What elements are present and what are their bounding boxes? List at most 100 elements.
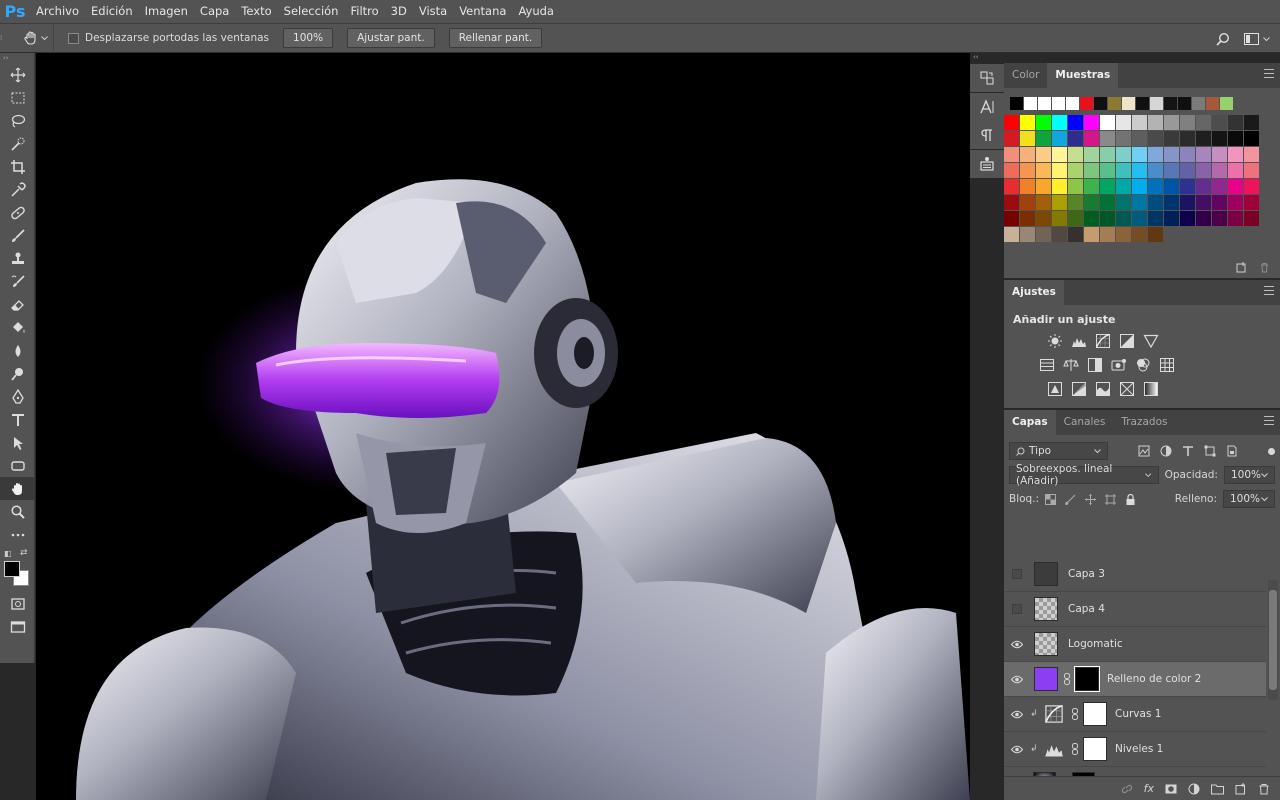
swatch[interactable] xyxy=(1164,195,1180,211)
hand-tool[interactable] xyxy=(0,477,35,500)
tab-layers[interactable]: Capas xyxy=(1004,410,1056,435)
swatch[interactable] xyxy=(1052,179,1068,195)
swatch[interactable] xyxy=(1068,131,1084,147)
swatch[interactable] xyxy=(1148,195,1164,211)
layer-row[interactable]: Capa 4 xyxy=(1004,592,1266,627)
swatch[interactable] xyxy=(1116,211,1132,227)
swatch[interactable] xyxy=(1068,163,1084,179)
swatch[interactable] xyxy=(1132,163,1148,179)
swatch[interactable] xyxy=(1148,163,1164,179)
toolbar-grip[interactable]: ›› xyxy=(0,53,34,63)
swatch[interactable] xyxy=(1196,211,1212,227)
swatch[interactable] xyxy=(1148,211,1164,227)
swatch[interactable] xyxy=(1052,147,1068,163)
clone-stamp-tool[interactable] xyxy=(0,247,35,270)
swatch[interactable] xyxy=(1212,179,1228,195)
layer-row[interactable]: Logomatic xyxy=(1004,627,1266,662)
swatch[interactable] xyxy=(1084,195,1100,211)
blur-tool[interactable] xyxy=(0,339,35,362)
photo-filter-icon[interactable] xyxy=(1110,356,1128,374)
swatch[interactable] xyxy=(1116,147,1132,163)
swatch[interactable] xyxy=(1084,211,1100,227)
document-canvas[interactable] xyxy=(36,53,970,800)
panel-menu-icon[interactable] xyxy=(1264,69,1274,81)
new-group-icon[interactable] xyxy=(1211,783,1224,795)
marquee-tool[interactable] xyxy=(0,86,35,109)
visibility-toggle[interactable] xyxy=(1004,569,1030,579)
swatch[interactable] xyxy=(1116,227,1132,243)
search-icon[interactable] xyxy=(1216,32,1230,46)
gradient-map-icon[interactable] xyxy=(1142,380,1160,398)
swatch[interactable] xyxy=(1020,195,1036,211)
swatch[interactable] xyxy=(1164,163,1180,179)
swatch[interactable] xyxy=(1004,195,1020,211)
swatch[interactable] xyxy=(1228,211,1244,227)
swatch[interactable] xyxy=(1244,115,1260,131)
swatch[interactable] xyxy=(1004,211,1020,227)
tab-adjustments[interactable]: Ajustes xyxy=(1004,280,1064,305)
channel-mixer-icon[interactable] xyxy=(1134,356,1152,374)
swatch[interactable] xyxy=(1132,131,1148,147)
swatch[interactable] xyxy=(1084,115,1100,131)
lasso-tool[interactable] xyxy=(0,109,35,132)
character-panel-button[interactable] xyxy=(970,93,1004,121)
eye-icon[interactable] xyxy=(1004,745,1030,754)
fill-input[interactable]: 100% xyxy=(1223,490,1275,508)
swatch[interactable] xyxy=(1100,211,1116,227)
visibility-toggle[interactable] xyxy=(1004,604,1030,614)
swatch[interactable] xyxy=(1036,195,1052,211)
swatch[interactable] xyxy=(1068,227,1084,243)
recent-swatch[interactable] xyxy=(1080,97,1093,110)
link-icon[interactable] xyxy=(1070,708,1080,720)
menu-texto[interactable]: Texto xyxy=(235,0,277,23)
recent-swatch[interactable] xyxy=(1220,97,1233,110)
recent-swatch[interactable] xyxy=(1136,97,1149,110)
shape-tool[interactable] xyxy=(0,454,35,477)
crop-tool[interactable] xyxy=(0,155,35,178)
menu-filtro[interactable]: Filtro xyxy=(344,0,384,23)
swatch[interactable] xyxy=(1084,179,1100,195)
opacity-input[interactable]: 100% xyxy=(1223,466,1275,484)
tab-color[interactable]: Color xyxy=(1004,63,1047,88)
fit-screen-button[interactable]: Ajustar pant. xyxy=(347,28,435,48)
swatch[interactable] xyxy=(1244,163,1260,179)
recent-swatch[interactable] xyxy=(1066,97,1079,110)
tab-swatches[interactable]: Muestras xyxy=(1047,63,1119,88)
swatch[interactable] xyxy=(1100,147,1116,163)
swatch[interactable] xyxy=(1180,195,1196,211)
swatch[interactable] xyxy=(1116,115,1132,131)
swatch[interactable] xyxy=(1196,179,1212,195)
menu-selecci-n[interactable]: Selección xyxy=(278,0,345,23)
new-swatch-icon[interactable] xyxy=(1236,262,1247,273)
healing-brush-tool[interactable] xyxy=(0,201,35,224)
swatch[interactable] xyxy=(1020,179,1036,195)
layers-scrollbar-thumb[interactable] xyxy=(1269,590,1277,690)
paragraph-panel-button[interactable] xyxy=(970,121,1004,149)
lock-position-icon[interactable] xyxy=(1085,493,1097,505)
swatch[interactable] xyxy=(1164,179,1180,195)
swatch[interactable] xyxy=(1068,115,1084,131)
recent-swatch[interactable] xyxy=(1108,97,1121,110)
eyedropper-tool[interactable] xyxy=(0,178,35,201)
swatch[interactable] xyxy=(1100,115,1116,131)
menu-capa[interactable]: Capa xyxy=(194,0,235,23)
eye-icon[interactable] xyxy=(1004,710,1030,719)
new-layer-icon[interactable] xyxy=(1235,782,1247,795)
menu-3d[interactable]: 3D xyxy=(385,0,413,23)
swatch[interactable] xyxy=(1100,179,1116,195)
swatch[interactable] xyxy=(1164,147,1180,163)
recent-swatch[interactable] xyxy=(1052,97,1065,110)
swatch[interactable] xyxy=(1100,131,1116,147)
swatch[interactable] xyxy=(1116,163,1132,179)
swatch[interactable] xyxy=(1196,115,1212,131)
layer-filter-select[interactable]: Tipo xyxy=(1009,442,1108,460)
adjustment-filter-icon[interactable] xyxy=(1160,445,1172,457)
swatch[interactable] xyxy=(1212,211,1228,227)
link-icon[interactable] xyxy=(1070,743,1080,755)
swatch[interactable] xyxy=(1196,163,1212,179)
layer-mask-thumbnail[interactable] xyxy=(1083,737,1107,761)
recent-swatch[interactable] xyxy=(1178,97,1191,110)
swatch[interactable] xyxy=(1180,131,1196,147)
paint-bucket-tool[interactable] xyxy=(0,316,35,339)
layers-scrollbar[interactable] xyxy=(1268,580,1278,700)
